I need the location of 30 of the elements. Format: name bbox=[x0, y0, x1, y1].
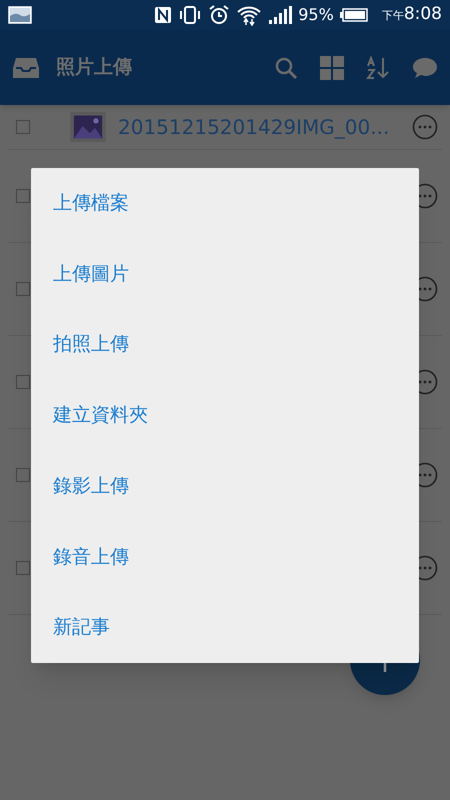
signal-icon bbox=[268, 6, 292, 24]
menu-item[interactable]: 上傳圖片 bbox=[31, 238, 419, 310]
clock-time: 8:08 bbox=[404, 3, 442, 26]
vibrate-icon bbox=[178, 6, 202, 24]
nfc-icon bbox=[154, 6, 172, 24]
battery-icon bbox=[340, 8, 368, 22]
checkbox[interactable] bbox=[16, 282, 30, 296]
menu-item[interactable]: 新記事 bbox=[31, 592, 419, 663]
menu-item[interactable]: 上傳檔案 bbox=[31, 168, 419, 239]
checkbox[interactable] bbox=[16, 561, 30, 575]
sort-icon[interactable] bbox=[366, 56, 390, 80]
checkbox[interactable] bbox=[16, 189, 30, 203]
checkbox[interactable] bbox=[16, 468, 30, 482]
grid-icon[interactable] bbox=[320, 56, 344, 80]
menu-item[interactable]: 錄音上傳 bbox=[31, 521, 419, 592]
inbox-icon[interactable] bbox=[12, 56, 40, 78]
app-title: 照片上傳 bbox=[56, 55, 132, 80]
menu-item[interactable]: 建立資料夾 bbox=[31, 380, 419, 451]
wifi-icon bbox=[236, 4, 262, 26]
checkbox[interactable] bbox=[16, 375, 30, 389]
battery-percent: 95% bbox=[298, 4, 334, 26]
checkbox[interactable] bbox=[16, 120, 30, 134]
file-name: 20151215201429IMG_00... bbox=[118, 114, 390, 141]
time-period: 下午 bbox=[382, 8, 404, 24]
alarm-icon bbox=[208, 5, 230, 25]
menu-item[interactable]: 錄影上傳 bbox=[31, 450, 419, 522]
chat-icon[interactable] bbox=[412, 56, 438, 80]
search-icon[interactable] bbox=[274, 56, 298, 80]
image-icon bbox=[8, 6, 32, 24]
menu-item[interactable]: 拍照上傳 bbox=[31, 309, 419, 380]
